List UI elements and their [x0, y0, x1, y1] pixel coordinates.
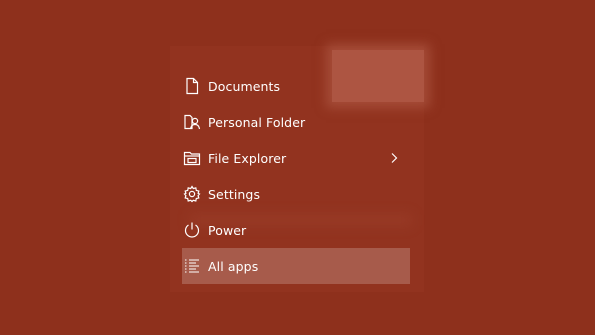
- menu-item-documents[interactable]: Documents: [182, 68, 410, 104]
- menu-item-personal-folder[interactable]: Personal Folder: [182, 104, 410, 140]
- menu-item-all-apps[interactable]: All apps: [182, 248, 410, 284]
- menu-item-label: All apps: [208, 258, 259, 274]
- power-icon: [183, 221, 201, 239]
- menu-item-label: Power: [208, 222, 247, 238]
- settings-gear-icon: [183, 185, 201, 203]
- menu-item-label: Settings: [208, 186, 261, 202]
- all-apps-list-icon: [183, 257, 201, 275]
- menu-item-label: Personal Folder: [208, 114, 306, 130]
- start-menu-list: Documents Personal Folder File Explorer: [182, 68, 410, 284]
- menu-item-label: File Explorer: [208, 150, 287, 166]
- menu-item-file-explorer[interactable]: File Explorer: [182, 140, 410, 176]
- file-explorer-icon: [183, 149, 201, 167]
- personal-folder-icon: [183, 113, 201, 131]
- menu-item-settings[interactable]: Settings: [182, 176, 410, 212]
- chevron-right-icon[interactable]: [390, 152, 398, 164]
- document-icon: [183, 77, 201, 95]
- menu-item-label: Documents: [208, 78, 281, 94]
- menu-item-power[interactable]: Power: [182, 212, 410, 248]
